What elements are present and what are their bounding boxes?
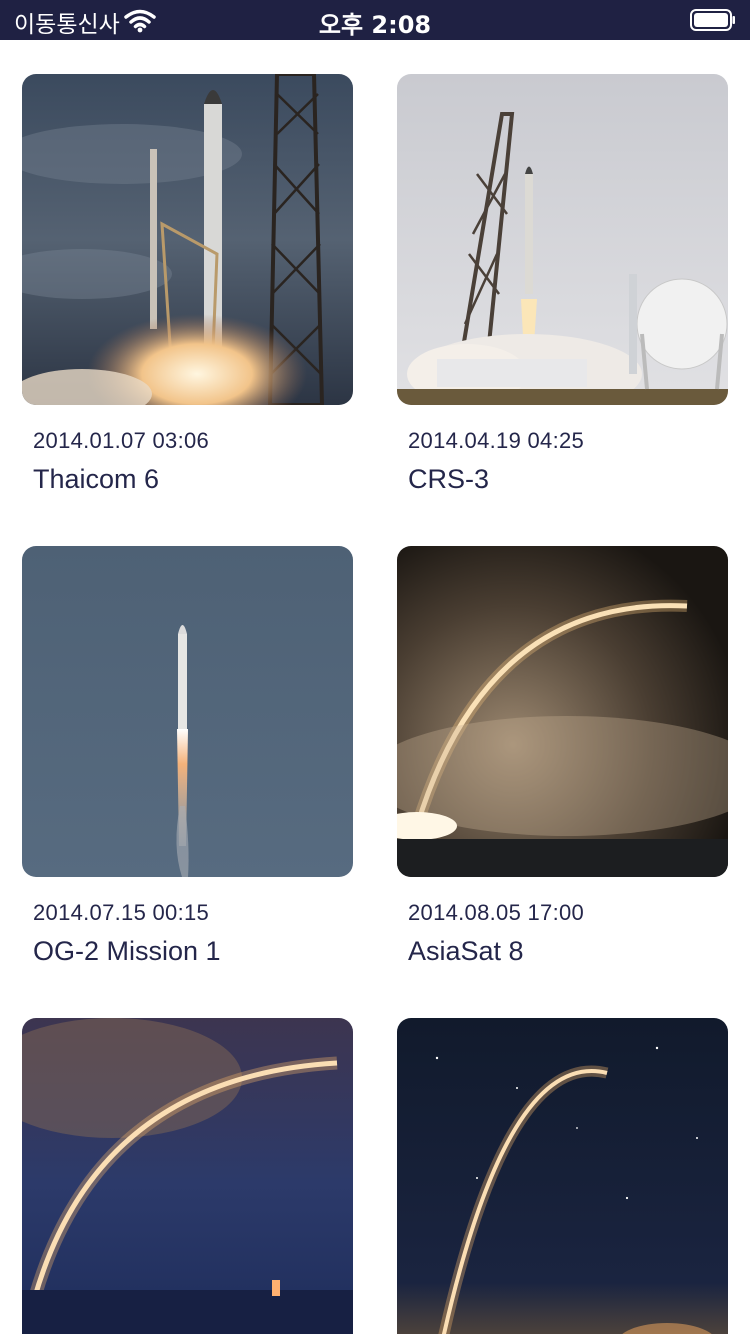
launch-name: Thaicom 6 [33, 464, 160, 494]
launch-name: CRS-3 [408, 464, 490, 494]
launch-name: AsiaSat 8 [408, 936, 524, 966]
launch-date: 2014.01.07 03:06 [33, 428, 210, 453]
launch-photo [397, 1018, 728, 1334]
launch-date: 2014.07.15 00:15 [33, 900, 210, 925]
launch-name: OG-2 Mission 1 [33, 936, 221, 966]
launch-photo [22, 1018, 353, 1334]
status-bar: 이동통신사 오후 2:08 [0, 0, 750, 40]
launch-date: 2014.04.19 04:25 [408, 428, 585, 453]
launch-photo [397, 74, 728, 405]
launch-list[interactable]: 2014.01.07 03:06 Thaicom 6 2014.04.19 04… [0, 40, 750, 1334]
launch-photo [397, 546, 728, 877]
status-time: 오후 2:08 [318, 11, 432, 39]
launch-date: 2014.08.05 17:00 [408, 900, 585, 925]
launch-photo [22, 546, 353, 877]
launch-photo [22, 74, 353, 405]
battery-icon [690, 9, 735, 31]
